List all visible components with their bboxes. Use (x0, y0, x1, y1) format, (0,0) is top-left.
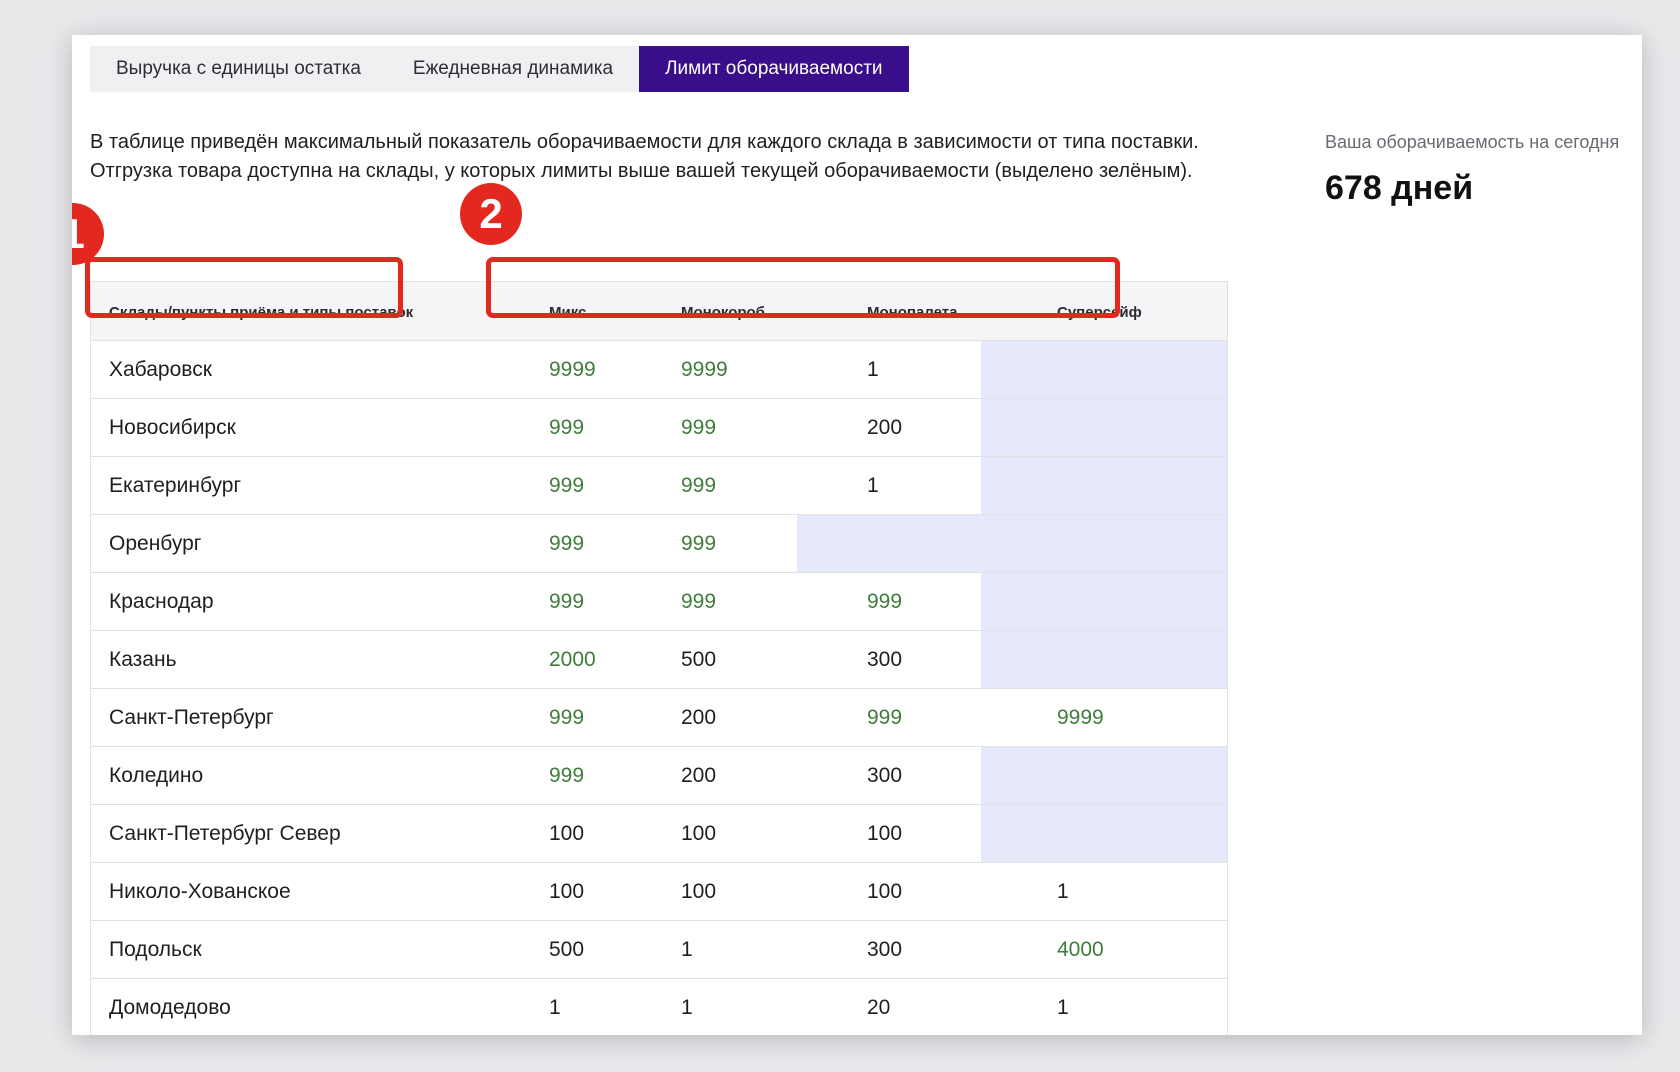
unavailable-cell (981, 399, 1227, 456)
limit-value-supersafe: 9999 (1057, 706, 1104, 729)
limit-value-mix: 100 (549, 822, 585, 845)
tab-daily-dynamics[interactable]: Ежедневная динамика (387, 46, 639, 92)
limit-value-monopallet: 999 (867, 590, 903, 613)
table-row: Новосибирск 999 999 200 (91, 399, 1227, 457)
limit-value-mix: 500 (549, 938, 585, 961)
tab-revenue-per-unit[interactable]: Выручка с единицы остатка (90, 46, 387, 92)
limit-value-supersafe: 4000 (1057, 938, 1104, 961)
warehouse-name: Николо-Хованское (109, 880, 291, 903)
limit-value-monopallet: 100 (867, 822, 903, 845)
warehouse-name: Домодедово (109, 996, 231, 1019)
warehouse-name: Хабаровск (109, 358, 212, 381)
limit-value-monobox: 200 (681, 706, 717, 729)
limit-value-mix: 100 (549, 880, 585, 903)
limit-value-monobox: 500 (681, 648, 717, 671)
table-row: Казань 2000 500 300 (91, 631, 1227, 689)
annotation-badge-1: 1 (72, 203, 104, 265)
table-row: Подольск 500 1 300 4000 (91, 921, 1227, 979)
limit-value-monobox: 1 (681, 996, 693, 1019)
limit-value-mix: 999 (549, 764, 585, 787)
limit-value-monobox: 100 (681, 822, 717, 845)
table-row: Санкт-Петербург Север 100 100 100 (91, 805, 1227, 863)
unavailable-cell (981, 805, 1227, 862)
limit-value-mix: 9999 (549, 358, 596, 381)
table-body: Хабаровск 9999 9999 1 Новосибирск 999 999 200 Ек… (91, 341, 1227, 1035)
limit-value-monobox: 999 (681, 416, 717, 439)
table-row: Домодедово 1 1 20 1 (91, 979, 1227, 1035)
tab-turnover-limit[interactable]: Лимит оборачиваемости (639, 46, 909, 92)
table-row: Краснодар 999 999 999 (91, 573, 1227, 631)
limit-value-monobox: 100 (681, 880, 717, 903)
table-row: Коледино 999 200 300 (91, 747, 1227, 805)
turnover-value: 678 дней (1325, 169, 1474, 207)
table-row: Николо-Хованское 100 100 100 1 (91, 863, 1227, 921)
table-row: Оренбург 999 999 (91, 515, 1227, 573)
limit-value-monobox: 999 (681, 532, 717, 555)
limit-value-monopallet: 200 (867, 416, 903, 439)
table-row: Екатеринбург 999 999 1 (91, 457, 1227, 515)
unavailable-cell (981, 341, 1227, 398)
limit-value-monopallet: 999 (867, 706, 903, 729)
limit-value-mix: 999 (549, 474, 585, 497)
table-row: Хабаровск 9999 9999 1 (91, 341, 1227, 399)
unavailable-cell (981, 573, 1227, 630)
turnover-limit-table: Склады/пункты приёма и типы поставок Мик… (90, 281, 1228, 1035)
limit-value-supersafe: 1 (1057, 880, 1069, 903)
limit-value-mix: 999 (549, 416, 585, 439)
table-description: В таблице приведён максимальный показате… (90, 131, 1199, 182)
warehouse-name: Казань (109, 648, 177, 671)
limit-value-monopallet: 100 (867, 880, 903, 903)
limit-value-monopallet: 1 (867, 358, 879, 381)
limit-value-monopallet: 300 (867, 648, 903, 671)
warehouse-name: Санкт-Петербург Север (109, 822, 341, 845)
warehouse-name: Оренбург (109, 532, 202, 555)
limit-value-supersafe: 1 (1057, 996, 1069, 1019)
limit-value-mix: 999 (549, 532, 585, 555)
limit-value-monopallet: 1 (867, 474, 879, 497)
warehouse-name: Подольск (109, 938, 202, 961)
limit-value-monopallet: 300 (867, 764, 903, 787)
annotation-box-supply-type-headers (486, 257, 1120, 318)
unavailable-cell (981, 631, 1227, 688)
limit-value-mix: 2000 (549, 648, 596, 671)
warehouse-name: Екатеринбург (109, 474, 242, 497)
limit-value-mix: 999 (549, 706, 585, 729)
tab-bar: Выручка с единицы остатка Ежедневная дин… (90, 46, 909, 92)
unavailable-cell (797, 515, 1227, 572)
warehouse-name: Санкт-Петербург (109, 706, 274, 729)
turnover-label: Ваша оборачиваемость на сегодня (1325, 132, 1620, 152)
limit-value-monopallet: 20 (867, 996, 891, 1019)
annotation-badge-2: 2 (460, 183, 522, 245)
limit-value-monobox: 999 (681, 590, 717, 613)
limit-value-monobox: 999 (681, 474, 717, 497)
limit-value-monopallet: 300 (867, 938, 903, 961)
unavailable-cell (981, 747, 1227, 804)
unavailable-cell (981, 457, 1227, 514)
warehouse-name: Краснодар (109, 590, 214, 613)
table-row: Санкт-Петербург 999 200 999 9999 (91, 689, 1227, 747)
limit-value-monobox: 1 (681, 938, 693, 961)
limit-value-mix: 999 (549, 590, 585, 613)
turnover-limit-panel: Выручка с единицы остатка Ежедневная дин… (72, 35, 1642, 1035)
warehouse-name: Коледино (109, 764, 204, 787)
limit-value-monobox: 200 (681, 764, 717, 787)
warehouse-name: Новосибирск (109, 416, 236, 439)
limit-value-monobox: 9999 (681, 358, 728, 381)
limit-value-mix: 1 (549, 996, 561, 1019)
annotation-box-warehouse-header (85, 257, 403, 318)
